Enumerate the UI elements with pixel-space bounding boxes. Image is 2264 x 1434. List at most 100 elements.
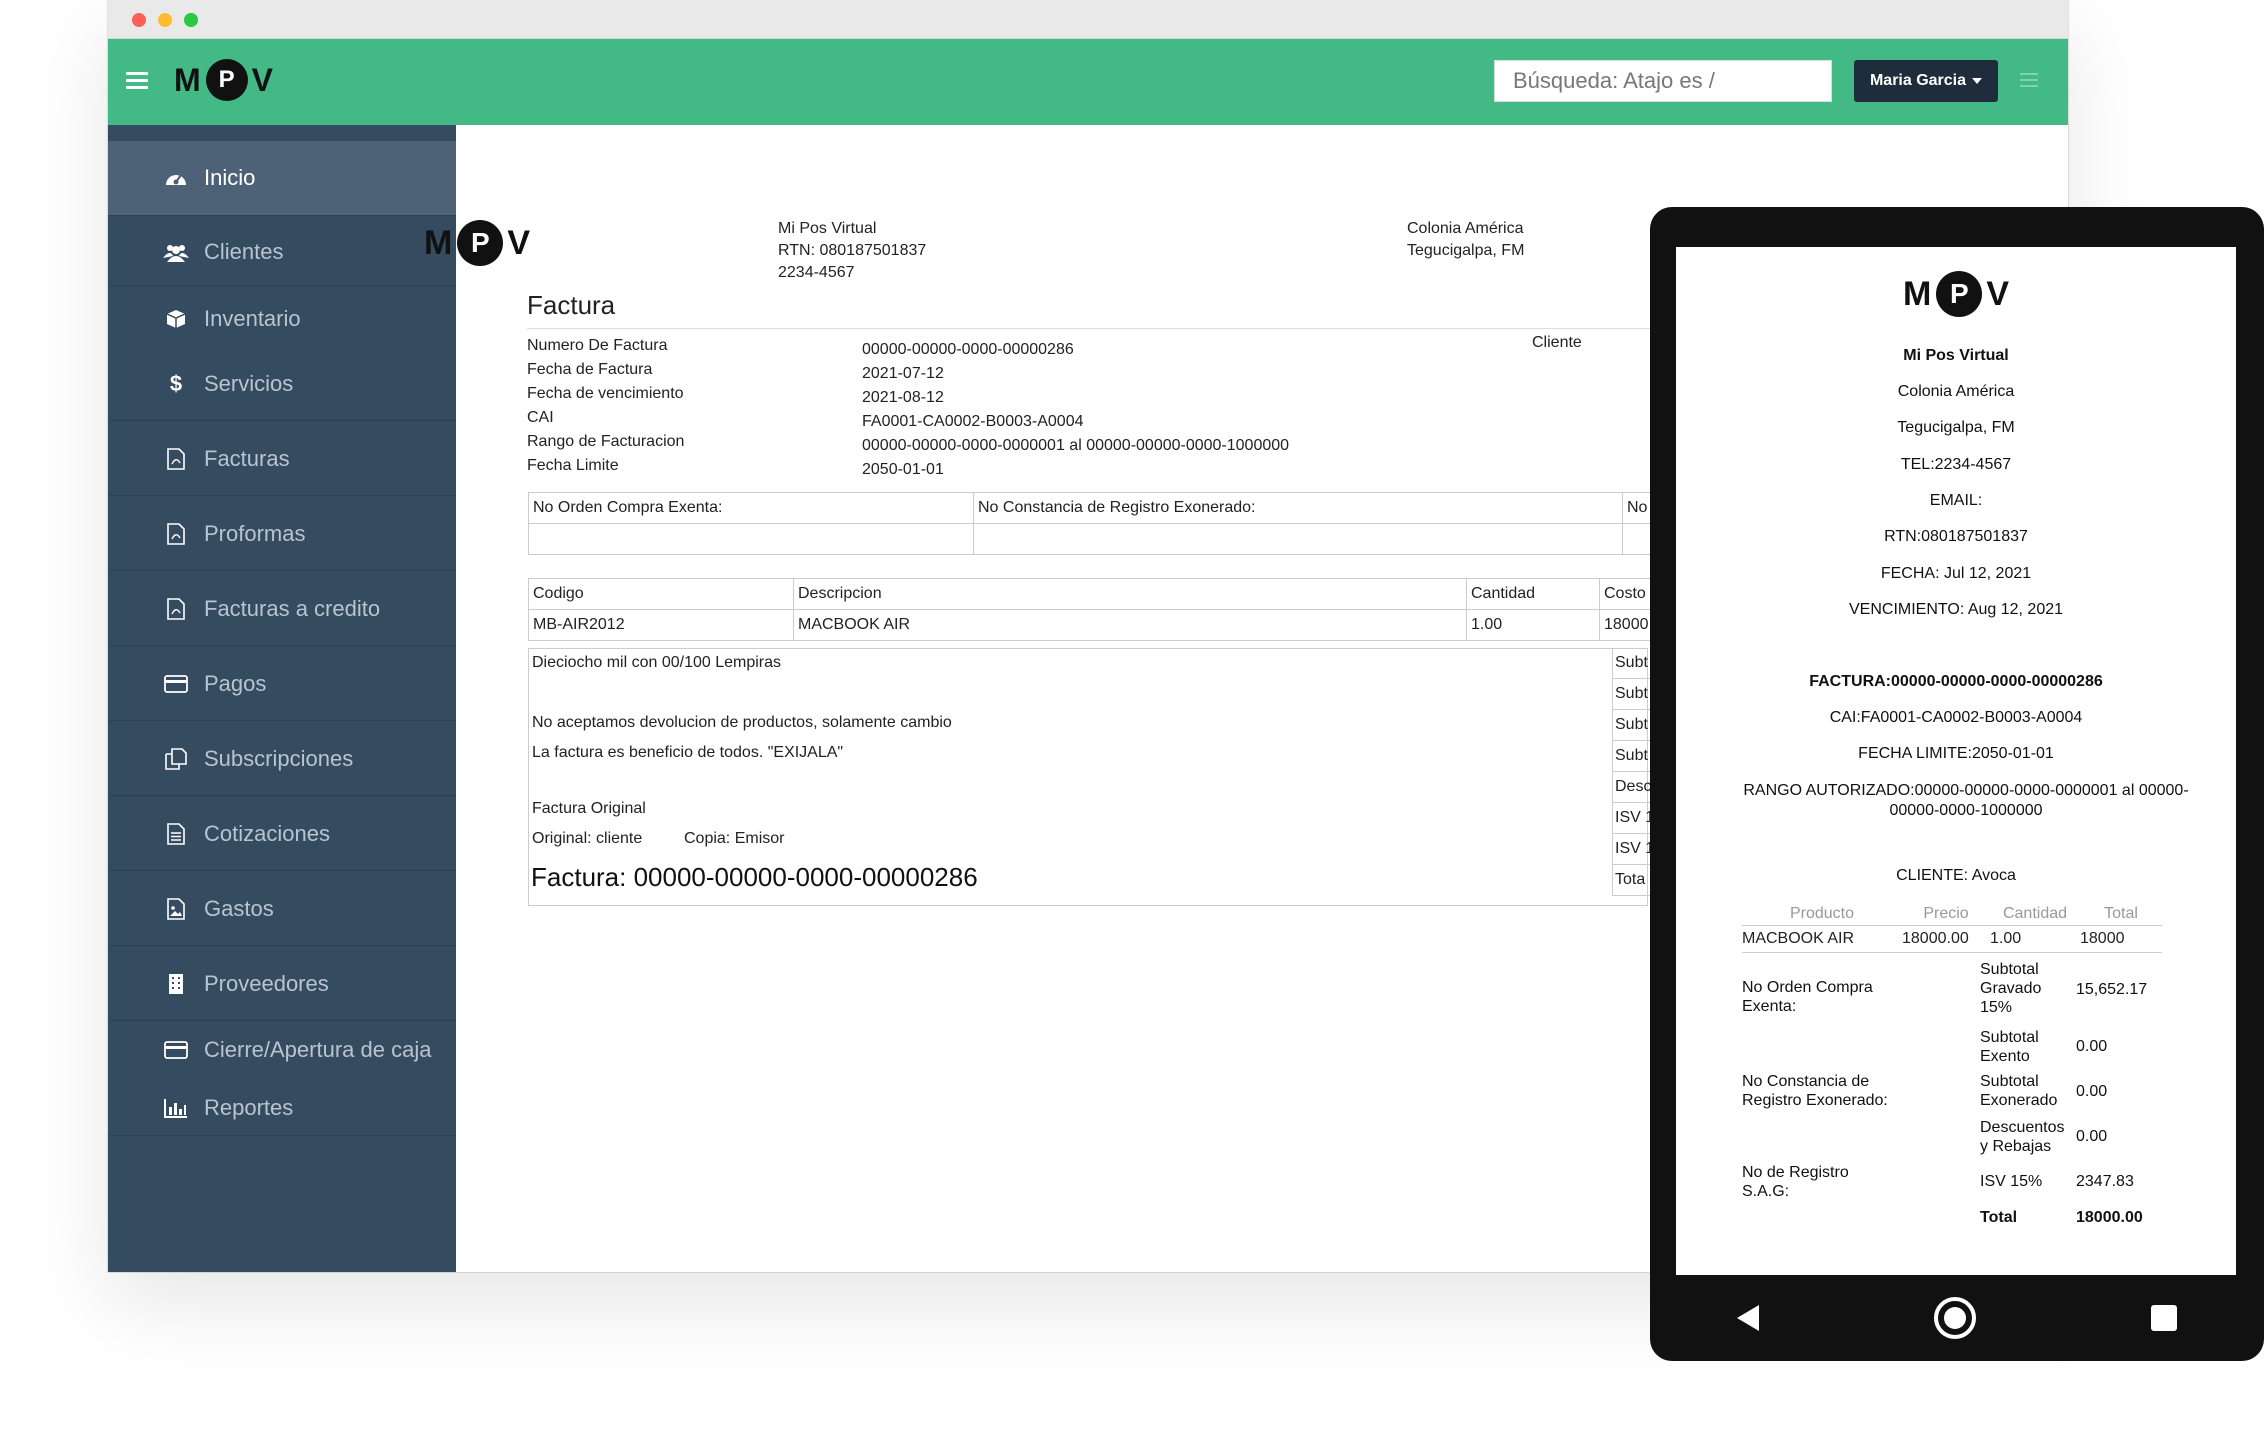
- table-header-row: Producto Precio Cantidad Total: [1742, 903, 2162, 926]
- document-icon: [160, 822, 192, 846]
- table-row: [528, 523, 1653, 555]
- table-row: MB-AIR2012 MACBOOK AIR 1.00 18000.: [528, 609, 1665, 641]
- sidebar-divider: [108, 215, 456, 216]
- meta-label: Fecha de vencimiento: [527, 385, 684, 402]
- sidebar-item-clientes[interactable]: Clientes: [108, 222, 456, 282]
- top-navbar: M P V Maria Garcia: [108, 39, 2068, 125]
- sidebar-item-facturas[interactable]: Facturas: [108, 429, 456, 489]
- receipt-total-value: 0.00: [2076, 1038, 2108, 1055]
- amount-in-words: Dieciocho mil con 00/100 Lempiras: [532, 654, 782, 671]
- sidebar-item-gastos[interactable]: Gastos: [108, 879, 456, 939]
- sidebar-divider: [108, 285, 456, 286]
- secondary-menu-icon[interactable]: [2020, 73, 2038, 91]
- receipt-total-label: Descuentos y Rebajas: [1980, 1119, 2065, 1155]
- meta-value: 2021-08-12: [862, 389, 944, 406]
- logo-letter-m: M: [174, 61, 202, 98]
- sidebar-item-proveedores[interactable]: Proveedores: [108, 954, 456, 1014]
- sidebar-item-inventario[interactable]: Inventario: [108, 289, 456, 349]
- receipt-limit-date: FECHA LIMITE:2050-01-01: [1858, 745, 2054, 762]
- logo-letter-p: P: [457, 220, 504, 266]
- invoice-note: No aceptamos devolucion de productos, so…: [532, 714, 952, 731]
- sidebar-divider: [108, 645, 456, 646]
- sidebar-item-label: Proveedores: [204, 971, 329, 996]
- sidebar-item-label: Pagos: [204, 671, 267, 696]
- meta-value: 2021-07-12: [862, 365, 944, 382]
- logo-letter-v: V: [507, 223, 531, 262]
- logo-letter-m: M: [424, 223, 454, 262]
- meta-value: 2050-01-01: [862, 461, 944, 478]
- table-header: Cantidad: [1466, 578, 1600, 610]
- logo-letter-v: V: [1986, 274, 2009, 313]
- invoice-logo: M P V: [424, 220, 530, 266]
- search-input[interactable]: [1494, 60, 1832, 102]
- sidebar-divider: [108, 720, 456, 721]
- table-cell: 1.00: [1990, 925, 2080, 953]
- receipt-address: Tegucigalpa, FM: [1897, 419, 2015, 436]
- sidebar-item-cotizaciones[interactable]: Cotizaciones: [108, 804, 456, 864]
- user-menu-button[interactable]: Maria Garcia: [1854, 60, 1998, 102]
- table-cell: MACBOOK AIR: [793, 609, 1467, 641]
- recent-apps-icon[interactable]: [2150, 1305, 2177, 1331]
- receipt-total-label: Subtotal Exonerado: [1980, 1073, 2058, 1109]
- table-cell: [528, 523, 974, 555]
- pdf-file-icon: [160, 522, 192, 546]
- copy-icon: [160, 747, 192, 771]
- sidebar-item-proformas[interactable]: Proformas: [108, 504, 456, 564]
- invoice-company-info: Mi Pos Virtual RTN: 080187501837 2234-45…: [778, 218, 926, 284]
- sidebar-divider: [108, 495, 456, 496]
- sidebar-item-reportes[interactable]: Reportes: [108, 1078, 456, 1138]
- totals-label: Subt: [1613, 648, 1653, 679]
- sidebar-item-cierre-apertura-de-caja[interactable]: Cierre/Apertura de caja: [108, 1020, 456, 1080]
- table-cell: No: [1621, 492, 1653, 524]
- copy-original: Original: cliente: [532, 830, 643, 847]
- totals-label: Subt: [1613, 679, 1653, 710]
- table-cell: 18000: [2080, 925, 2162, 953]
- pdf-file-icon: [160, 597, 192, 621]
- sidebar-item-servicios[interactable]: $ Servicios: [108, 354, 456, 414]
- sidebar-divider: [108, 420, 456, 421]
- meta-label: CAI: [527, 409, 554, 426]
- receipt-total-value: 0.00: [2076, 1083, 2108, 1100]
- sidebar-item-label: Facturas: [204, 446, 290, 471]
- sidebar-item-facturas-a-credito[interactable]: Facturas a credito: [108, 579, 456, 639]
- sidebar-item-label: Facturas a credito: [204, 596, 381, 621]
- receipt-total-value: 15,652.17: [2076, 981, 2148, 998]
- receipt-constancia-label: No Constancia de Registro Exonerado:: [1742, 1073, 1888, 1109]
- credit-card-icon: [160, 672, 192, 696]
- receipt-total-value: 2347.83: [2076, 1173, 2134, 1190]
- receipt-cai: CAI:FA0001-CA0002-B0003-A0004: [1829, 709, 2083, 726]
- maximize-window-button[interactable]: [184, 13, 198, 27]
- sidebar-item-inicio[interactable]: Inicio: [108, 148, 456, 208]
- meta-label: Fecha Limite: [527, 457, 619, 474]
- menu-toggle-icon[interactable]: [126, 72, 148, 89]
- home-icon[interactable]: [1933, 1297, 1976, 1339]
- close-window-button[interactable]: [132, 13, 146, 27]
- dashboard-icon: [160, 166, 192, 190]
- receipt-total-label: Subtotal Gravado 15%: [1980, 961, 2042, 1016]
- receipt-email: EMAIL:: [1929, 492, 1983, 509]
- sidebar-divider: [108, 870, 456, 871]
- sidebar-item-subscripciones[interactable]: Subscripciones: [108, 729, 456, 789]
- items-table: Codigo Descripcion Cantidad Costo u MB-A…: [528, 578, 1665, 641]
- app-logo[interactable]: M P V: [174, 59, 273, 101]
- table-header: Precio: [1902, 903, 1990, 926]
- company-phone: 2234-4567: [778, 264, 855, 281]
- sidebar-item-label: Gastos: [204, 896, 274, 921]
- sidebar-item-label: Reportes: [204, 1095, 294, 1120]
- receipt-due-date: VENCIMIENTO: Aug 12, 2021: [1848, 601, 2064, 618]
- table-header-row: Codigo Descripcion Cantidad Costo u: [528, 578, 1665, 610]
- receipt-sag-label: No de Registro S.A.G:: [1742, 1164, 1849, 1200]
- cube-icon: [160, 307, 192, 331]
- sidebar-item-pagos[interactable]: Pagos: [108, 654, 456, 714]
- receipt-total-label: Subtotal Exento: [1980, 1029, 2039, 1065]
- invoice-totals-column: Subt Subt Subt Subt Desc ISV 1 ISV 1 Tot…: [1612, 648, 1653, 896]
- receipt-total-value: 0.00: [2076, 1128, 2108, 1145]
- receipt-orden-label: No Orden Compra Exenta:: [1742, 979, 1873, 1015]
- tablet-device: M P V Mi Pos Virtual Colonia América Teg…: [1650, 207, 2264, 1361]
- sidebar-item-label: Inventario: [204, 306, 301, 331]
- receipt-range: RANGO AUTORIZADO:00000-00000-0000-000000…: [1743, 782, 2189, 819]
- minimize-window-button[interactable]: [158, 13, 172, 27]
- credit-card-icon: [160, 1038, 192, 1062]
- pdf-file-icon: [160, 447, 192, 471]
- back-icon[interactable]: [1737, 1305, 1760, 1331]
